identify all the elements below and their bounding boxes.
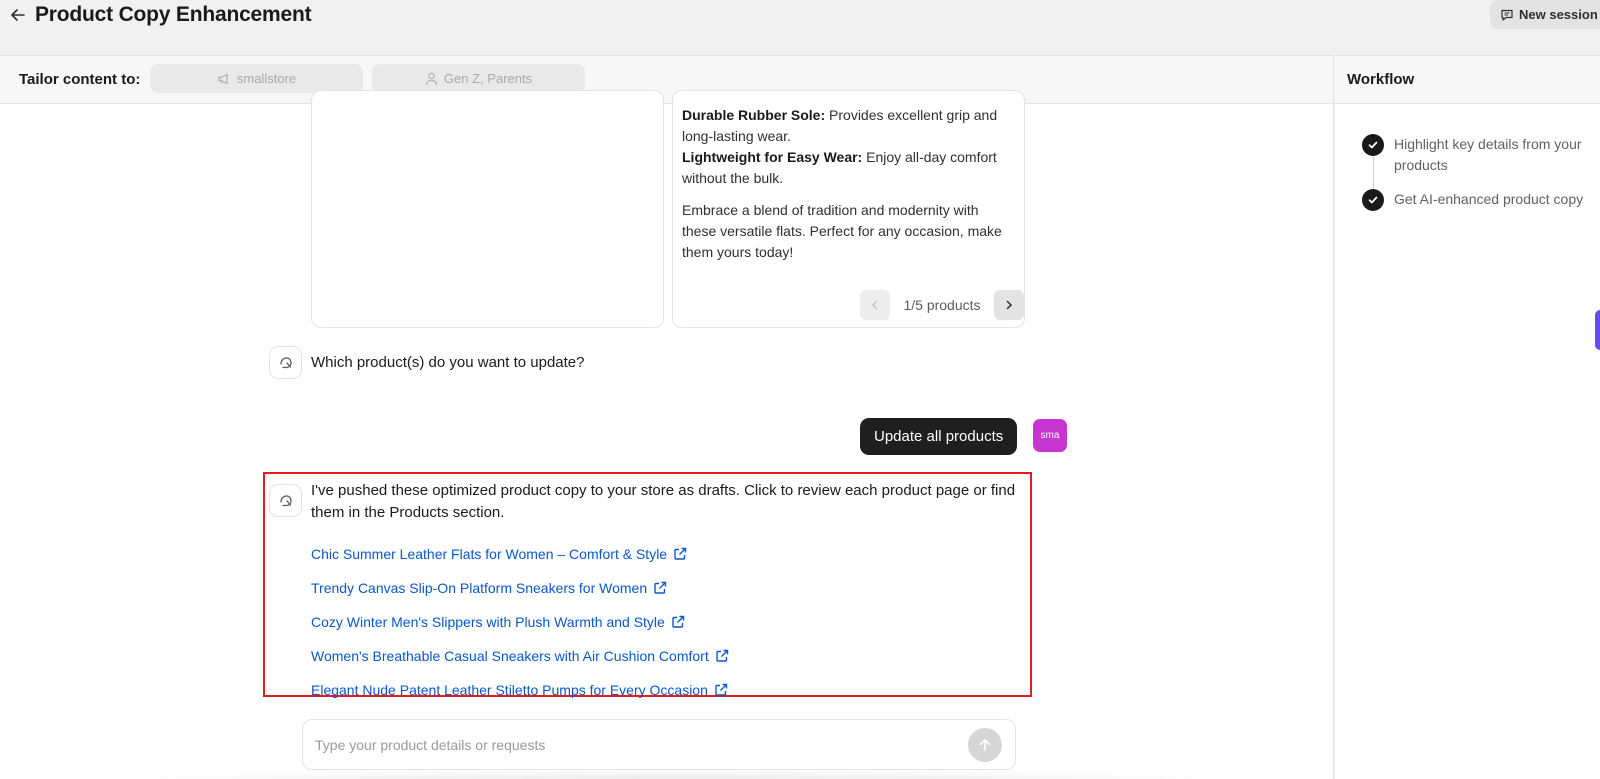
product-link-text: Elegant Nude Patent Leather Stiletto Pum… (311, 682, 708, 698)
workflow-panel: Workflow Highlight key details from your… (1335, 55, 1600, 779)
user-message: Update all products (860, 418, 1018, 455)
pagination-label: 1/5 products (903, 297, 981, 313)
send-button[interactable] (968, 728, 1002, 762)
external-link-icon (716, 649, 728, 662)
product-link[interactable]: Women's Breathable Casual Sneakers with … (311, 639, 729, 673)
product-link-text: Trendy Canvas Slip-On Platform Sneakers … (311, 580, 648, 596)
audience-chip[interactable]: Gen Z, Parents (372, 64, 585, 93)
store-chip-label: smallstore (236, 71, 297, 86)
external-link-icon (674, 547, 687, 560)
workflow-step-2: Get AI-enhanced product copy (1362, 189, 1584, 211)
chat-bubble-icon (1501, 9, 1513, 21)
new-session-label: New session (1519, 7, 1598, 22)
user-avatar: sma (1033, 419, 1067, 452)
next-page-button[interactable] (994, 290, 1024, 320)
product-link[interactable]: Trendy Canvas Slip-On Platform Sneakers … (311, 571, 729, 605)
bot-avatar (269, 346, 302, 379)
tailor-label: Tailor content to: (19, 71, 141, 88)
prev-page-button[interactable] (860, 290, 890, 320)
side-drawer-tab[interactable] (1595, 310, 1600, 350)
audience-chip-label: Gen Z, Parents (443, 71, 533, 86)
feature-2: Lightweight for Easy Wear: Enjoy all-day… (682, 147, 1015, 189)
product-image-card (311, 90, 664, 328)
feature-2-title: Lightweight for Easy Wear: (682, 149, 863, 165)
megaphone-icon (218, 73, 228, 84)
top-bar: Product Copy Enhancement New session (0, 0, 1600, 55)
chat-panel: Tailor content to: smallstore Gen Z, Par… (0, 55, 1334, 779)
feature-1-title: Durable Rubber Sole: (682, 107, 826, 123)
external-link-icon (672, 615, 685, 628)
page-title: Product Copy Enhancement (35, 3, 312, 26)
person-icon (425, 72, 438, 85)
check-circle-icon (1362, 134, 1384, 156)
arrow-left-icon (11, 9, 25, 21)
chat-input[interactable] (315, 720, 935, 769)
bot-result-message: I've pushed these optimized product copy… (311, 482, 1016, 521)
store-chip[interactable]: smallstore (150, 64, 363, 93)
external-link-icon (654, 581, 667, 594)
product-link-text: Women's Breathable Casual Sneakers with … (311, 648, 709, 664)
product-link[interactable]: Cozy Winter Men's Slippers with Plush Wa… (311, 605, 729, 639)
back-button[interactable] (6, 3, 30, 27)
tailor-bar: Tailor content to: smallstore Gen Z, Par… (0, 56, 1333, 104)
check-circle-icon (1362, 189, 1384, 211)
workflow-step-label: Highlight key details from your products (1394, 136, 1582, 173)
new-session-button[interactable]: New session (1490, 0, 1600, 29)
product-link-list: Chic Summer Leather Flats for Women – Co… (311, 537, 729, 707)
arrow-up-icon (979, 739, 991, 751)
closing-paragraph: Embrace a blend of tradition and moderni… (682, 202, 1002, 260)
chevron-right-icon (1006, 300, 1013, 310)
chat-input-box (302, 719, 1016, 770)
product-pagination: 1/5 products (860, 290, 1024, 320)
workflow-title: Workflow (1347, 71, 1415, 88)
workflow-step-label: Get AI-enhanced product copy (1394, 191, 1584, 207)
assistant-icon (279, 494, 292, 506)
bot-avatar (269, 484, 302, 517)
workflow-header: Workflow (1335, 56, 1600, 104)
chevron-left-icon (871, 300, 878, 310)
assistant-icon (279, 356, 292, 368)
bot-question: Which product(s) do you want to update? (311, 354, 585, 371)
external-link-icon (715, 683, 728, 696)
workflow-step-1: Highlight key details from your products (1362, 134, 1584, 176)
product-link-text: Chic Summer Leather Flats for Women – Co… (311, 546, 668, 562)
product-link-text: Cozy Winter Men's Slippers with Plush Wa… (311, 614, 665, 630)
product-link[interactable]: Elegant Nude Patent Leather Stiletto Pum… (311, 673, 729, 707)
product-link[interactable]: Chic Summer Leather Flats for Women – Co… (311, 537, 729, 571)
feature-1: Durable Rubber Sole: Provides excellent … (682, 105, 1015, 147)
